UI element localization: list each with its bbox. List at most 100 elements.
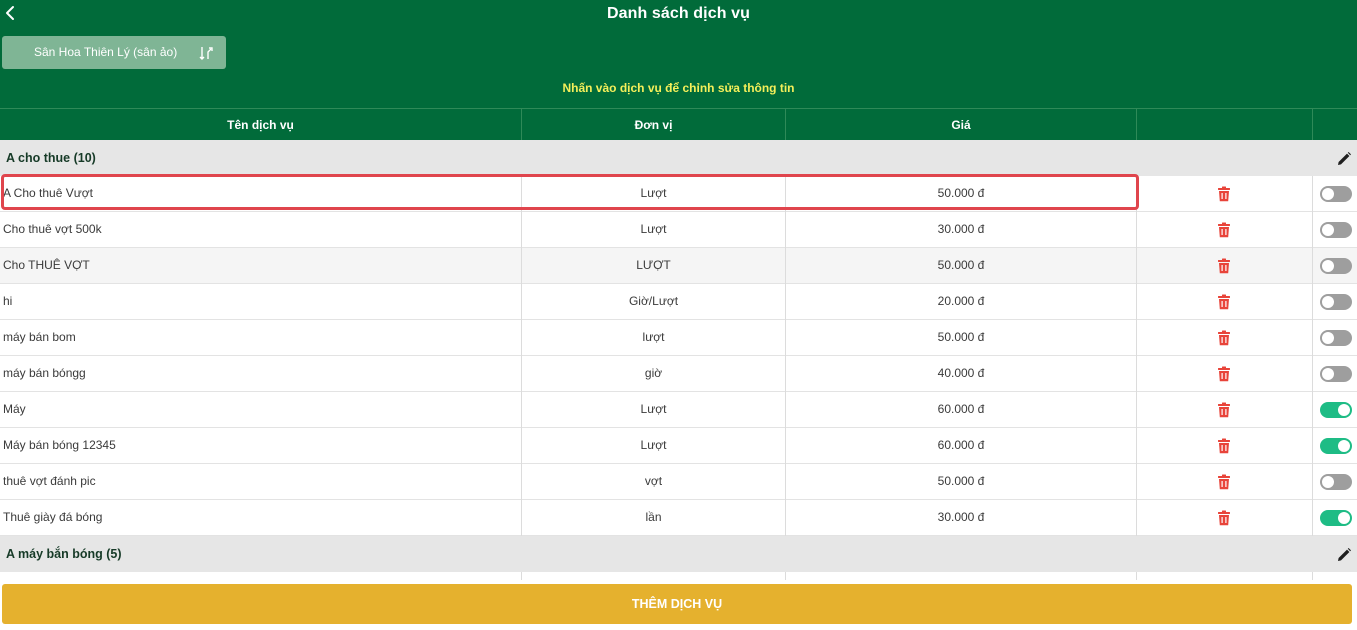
service-name: Cho THUÊ VỢT: [0, 248, 522, 284]
toggle-knob: [1322, 332, 1334, 344]
toggle-knob: [1338, 512, 1350, 524]
active-toggle[interactable]: [1320, 402, 1352, 418]
active-toggle[interactable]: [1320, 474, 1352, 490]
trash-icon[interactable]: [1217, 438, 1231, 454]
toggle-knob: [1338, 440, 1350, 452]
status-cell: [1313, 320, 1357, 356]
service-unit: LƯỢT: [522, 248, 786, 284]
pencil-icon[interactable]: [1336, 151, 1352, 167]
venue-label: Sân Hoa Thiên Lý (sân ảo): [34, 45, 178, 59]
toggle-knob: [1322, 368, 1334, 380]
service-unit: Lượt: [522, 392, 786, 428]
switch-icon: [199, 47, 213, 60]
active-toggle[interactable]: [1320, 222, 1352, 238]
delete-cell: [1137, 248, 1313, 284]
active-toggle[interactable]: [1320, 438, 1352, 454]
service-unit: vợt: [522, 464, 786, 500]
active-toggle[interactable]: [1320, 510, 1352, 526]
service-unit: lần: [522, 500, 786, 536]
table-row[interactable]: máy bán bom lượt 50.000 đ: [0, 320, 1357, 356]
service-price: 50.000 đ: [786, 464, 1137, 500]
service-name: Máy bán bóng 12345: [0, 428, 522, 464]
status-cell: [1313, 356, 1357, 392]
trash-icon[interactable]: [1217, 330, 1231, 346]
status-cell: [1313, 176, 1357, 212]
status-cell: [1313, 428, 1357, 464]
column-divider: [785, 572, 786, 580]
service-price: 50.000 đ: [786, 248, 1137, 284]
active-toggle[interactable]: [1320, 258, 1352, 274]
service-price: 20.000 đ: [786, 284, 1137, 320]
column-divider: [521, 572, 522, 580]
service-price: 50.000 đ: [786, 320, 1137, 356]
table-row[interactable]: Máy bán bóng 12345 Lượt 60.000 đ: [0, 428, 1357, 464]
delete-cell: [1137, 464, 1313, 500]
venue-selector[interactable]: Sân Hoa Thiên Lý (sân ảo): [2, 36, 226, 69]
status-cell: [1313, 500, 1357, 536]
trash-icon[interactable]: [1217, 402, 1231, 418]
trash-icon[interactable]: [1217, 222, 1231, 238]
service-name: Máy: [0, 392, 522, 428]
trash-icon[interactable]: [1217, 366, 1231, 382]
service-name: A Cho thuê Vượt: [0, 176, 522, 212]
service-price: 60.000 đ: [786, 428, 1137, 464]
toggle-knob: [1322, 296, 1334, 308]
toggle-knob: [1322, 476, 1334, 488]
delete-cell: [1137, 176, 1313, 212]
column-header-actions: [1137, 109, 1313, 141]
table-header: Tên dịch vụ Đơn vị Giá: [0, 108, 1357, 141]
delete-cell: [1137, 284, 1313, 320]
table-row[interactable]: Thuê giày đá bóng lần 30.000 đ: [0, 500, 1357, 536]
column-divider: [1312, 572, 1313, 580]
column-header-unit: Đơn vị: [522, 109, 786, 141]
active-toggle[interactable]: [1320, 186, 1352, 202]
service-unit: Lượt: [522, 428, 786, 464]
trash-icon[interactable]: [1217, 474, 1231, 490]
delete-cell: [1137, 320, 1313, 356]
list-continuation: [0, 572, 1357, 580]
service-unit: giờ: [522, 356, 786, 392]
toggle-knob: [1338, 404, 1350, 416]
group-header: A máy bắn bóng (5): [0, 536, 1357, 572]
service-price: 40.000 đ: [786, 356, 1137, 392]
service-price: 50.000 đ: [786, 176, 1137, 212]
service-price: 30.000 đ: [786, 212, 1137, 248]
active-toggle[interactable]: [1320, 330, 1352, 346]
delete-cell: [1137, 212, 1313, 248]
trash-icon[interactable]: [1217, 510, 1231, 526]
status-cell: [1313, 248, 1357, 284]
table-row[interactable]: A Cho thuê Vượt Lượt 50.000 đ: [0, 176, 1357, 212]
table-row[interactable]: Cho thuê vợt 500k Lượt 30.000 đ: [0, 212, 1357, 248]
table-row[interactable]: máy bán bóngg giờ 40.000 đ: [0, 356, 1357, 392]
trash-icon[interactable]: [1217, 186, 1231, 202]
delete-cell: [1137, 392, 1313, 428]
trash-icon[interactable]: [1217, 258, 1231, 274]
trash-icon[interactable]: [1217, 294, 1231, 310]
column-divider: [1136, 572, 1137, 580]
toggle-knob: [1322, 224, 1334, 236]
service-unit: Lượt: [522, 176, 786, 212]
table-row[interactable]: Cho THUÊ VỢT LƯỢT 50.000 đ: [0, 248, 1357, 284]
service-price: 30.000 đ: [786, 500, 1137, 536]
group-title: A cho thue (10): [6, 151, 96, 165]
service-name: Thuê giày đá bóng: [0, 500, 522, 536]
active-toggle[interactable]: [1320, 366, 1352, 382]
edit-hint: Nhấn vào dịch vụ để chỉnh sửa thông tin: [562, 81, 795, 95]
group-header: A cho thue (10): [0, 140, 1357, 176]
active-toggle[interactable]: [1320, 294, 1352, 310]
service-name: máy bán bóngg: [0, 356, 522, 392]
table-row[interactable]: thuê vợt đánh pic vợt 50.000 đ: [0, 464, 1357, 500]
status-cell: [1313, 284, 1357, 320]
table-row[interactable]: Máy Lượt 60.000 đ: [0, 392, 1357, 428]
column-header-price: Giá: [786, 109, 1137, 141]
service-name: thuê vợt đánh pic: [0, 464, 522, 500]
service-unit: Lượt: [522, 212, 786, 248]
service-price: 60.000 đ: [786, 392, 1137, 428]
status-cell: [1313, 212, 1357, 248]
table-row[interactable]: hi Giờ/Lượt 20.000 đ: [0, 284, 1357, 320]
column-header-name: Tên dịch vụ: [0, 109, 522, 141]
pencil-icon[interactable]: [1336, 547, 1352, 563]
service-unit: Giờ/Lượt: [522, 284, 786, 320]
group-title: A máy bắn bóng (5): [6, 547, 122, 561]
add-service-button[interactable]: THÊM DỊCH VỤ: [2, 584, 1352, 624]
